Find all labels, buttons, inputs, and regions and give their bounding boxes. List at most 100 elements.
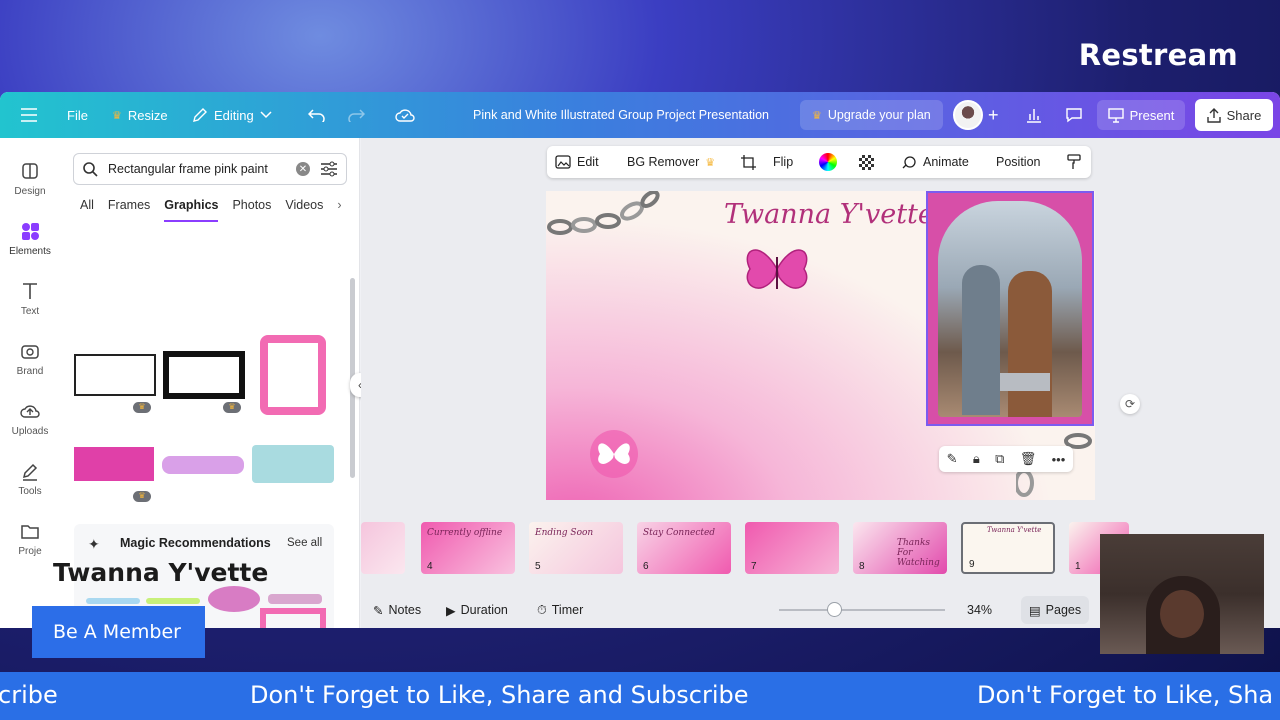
insights-button[interactable] <box>1026 92 1042 138</box>
paint-format-button[interactable] <box>1067 146 1081 178</box>
graphic-frame-black[interactable] <box>163 351 245 399</box>
graphic-frame-white[interactable] <box>74 354 156 396</box>
context-toolbar: Edit BG Remover ♛ Flip Animate Position <box>547 146 1091 178</box>
present-button[interactable]: Present <box>1097 100 1185 130</box>
document-title[interactable]: Pink and White Illustrated Group Project… <box>473 92 769 138</box>
recommendation-green[interactable] <box>146 598 200 604</box>
position-button[interactable]: Position <box>996 146 1040 178</box>
page-thumbnail[interactable] <box>361 522 405 574</box>
animate-icon <box>902 155 916 168</box>
save-status-button[interactable] <box>395 92 415 138</box>
lock-icon[interactable]: 🔒︎ <box>973 451 980 467</box>
chevron-right-icon[interactable]: › <box>337 198 341 222</box>
page-thumbnail[interactable]: Stay Connected 6 <box>637 522 731 574</box>
duplicate-icon[interactable]: ⧉ <box>995 451 1004 467</box>
tab-frames[interactable]: Frames <box>108 198 150 222</box>
pages-button[interactable]: ▤ Pages <box>1021 596 1089 624</box>
zoom-slider[interactable] <box>779 609 945 611</box>
graphic-pink-rect[interactable] <box>74 447 154 481</box>
upgrade-plan-button[interactable]: ♛ Upgrade your plan <box>800 100 943 130</box>
rail-elements[interactable]: Elements <box>0 220 60 257</box>
undo-button[interactable] <box>308 92 326 138</box>
color-button[interactable] <box>819 146 837 178</box>
editing-dropdown[interactable]: Editing <box>192 92 272 138</box>
file-menu[interactable]: File <box>67 92 88 138</box>
duration-button[interactable]: ▶︎ Duration <box>446 592 508 628</box>
tab-all[interactable]: All <box>80 198 94 222</box>
pages-icon: ▤ <box>1028 603 1041 618</box>
flip-button[interactable]: Flip <box>773 146 793 178</box>
animate-button[interactable]: Animate <box>902 146 969 178</box>
rail-uploads[interactable]: Uploads <box>0 400 60 437</box>
rail-projects[interactable]: Proje <box>0 520 60 557</box>
graphic-teal-rect[interactable] <box>252 445 334 483</box>
share-button[interactable]: Share <box>1195 99 1273 131</box>
webcam-face <box>1160 590 1204 638</box>
clear-icon[interactable]: ✕ <box>296 162 310 176</box>
redo-icon <box>348 109 365 122</box>
zoom-value[interactable]: 34% <box>967 592 992 628</box>
timer-button[interactable]: ⏱︎ Timer <box>537 592 583 628</box>
tab-graphics[interactable]: Graphics <box>164 198 219 222</box>
page-thumbnail[interactable]: Thanks For Watching 8 <box>853 522 947 574</box>
hamburger-icon <box>21 108 37 122</box>
more-icon[interactable]: ••• <box>1052 452 1066 467</box>
edit-image-button[interactable]: Edit <box>555 146 599 178</box>
color-wheel-icon <box>819 153 837 171</box>
comments-button[interactable] <box>1065 92 1083 138</box>
streamer-name: Twanna Y'vette <box>53 558 269 587</box>
selection-toolbar: ✎ 🔒︎ ⧉ 🗑︎ ••• <box>939 446 1073 472</box>
premium-badge: ♛ <box>223 402 241 413</box>
crown-icon: ♛ <box>112 109 122 122</box>
laptop <box>1000 373 1050 391</box>
slide-title[interactable]: Twanna Y'vette <box>724 199 934 230</box>
trash-icon[interactable]: 🗑︎ <box>1020 451 1037 467</box>
elements-panel: Rectangular frame pink paint ✕ All Frame… <box>60 138 360 628</box>
group-photo[interactable] <box>938 201 1082 417</box>
bg-remover-button[interactable]: BG Remover ♛ <box>627 146 715 178</box>
search-input[interactable]: Rectangular frame pink paint ✕ <box>73 153 347 185</box>
comment-add-icon[interactable]: ✎ <box>947 451 958 467</box>
zoom-slider-handle[interactable] <box>827 602 842 617</box>
brand-icon <box>21 345 39 359</box>
recommendation-pink-blob[interactable] <box>208 586 260 612</box>
transparency-button[interactable] <box>859 146 874 178</box>
ticker-banner: cribe Don't Forget to Like, Share and Su… <box>0 672 1280 720</box>
add-collaborator-button[interactable]: + <box>988 92 999 138</box>
checkerboard-icon <box>859 154 874 170</box>
recommendation-blue[interactable] <box>86 598 140 604</box>
butterfly-graphic[interactable] <box>740 239 814 305</box>
graphic-frame-pink[interactable] <box>260 335 326 415</box>
tab-photos[interactable]: Photos <box>232 198 271 222</box>
menu-button[interactable] <box>20 92 38 138</box>
rail-text[interactable]: Text <box>0 280 60 317</box>
page-thumbnail-selected[interactable]: Twanna Y'vette 9 <box>961 522 1055 574</box>
filter-icon[interactable] <box>320 161 338 177</box>
glowing-butterfly-graphic[interactable] <box>586 429 642 479</box>
redo-button[interactable] <box>347 92 365 138</box>
notes-button[interactable]: ✎ Notes <box>373 592 421 628</box>
resize-button[interactable]: ♛ Resize <box>112 92 168 138</box>
rail-tools[interactable]: Tools <box>0 460 60 497</box>
search-value: Rectangular frame pink paint <box>108 162 268 176</box>
chain-graphic[interactable] <box>546 191 666 241</box>
crop-button[interactable] <box>741 146 756 178</box>
rotate-handle[interactable]: ⟳ <box>1120 394 1140 414</box>
selected-photo-frame[interactable] <box>926 191 1094 426</box>
be-a-member-button[interactable]: Be A Member <box>32 606 205 658</box>
avatar[interactable] <box>953 100 983 130</box>
page-thumbnail[interactable]: Currently offline 4 <box>421 522 515 574</box>
rail-design[interactable]: Design <box>0 160 60 197</box>
premium-badge: ♛ <box>133 491 151 502</box>
frame-partial[interactable] <box>260 608 326 628</box>
see-all-link[interactable]: See all <box>287 537 322 549</box>
rail-brand[interactable]: Brand <box>0 340 60 377</box>
graphic-lilac-stroke[interactable] <box>162 456 244 474</box>
text-icon <box>23 283 37 299</box>
tab-videos[interactable]: Videos <box>285 198 323 222</box>
comment-icon <box>1066 108 1082 123</box>
page-thumbnail[interactable]: Ending Soon 5 <box>529 522 623 574</box>
recommendation-mauve[interactable] <box>268 594 322 604</box>
page-thumbnail[interactable]: 7 <box>745 522 839 574</box>
notes-icon: ✎ <box>373 603 384 618</box>
